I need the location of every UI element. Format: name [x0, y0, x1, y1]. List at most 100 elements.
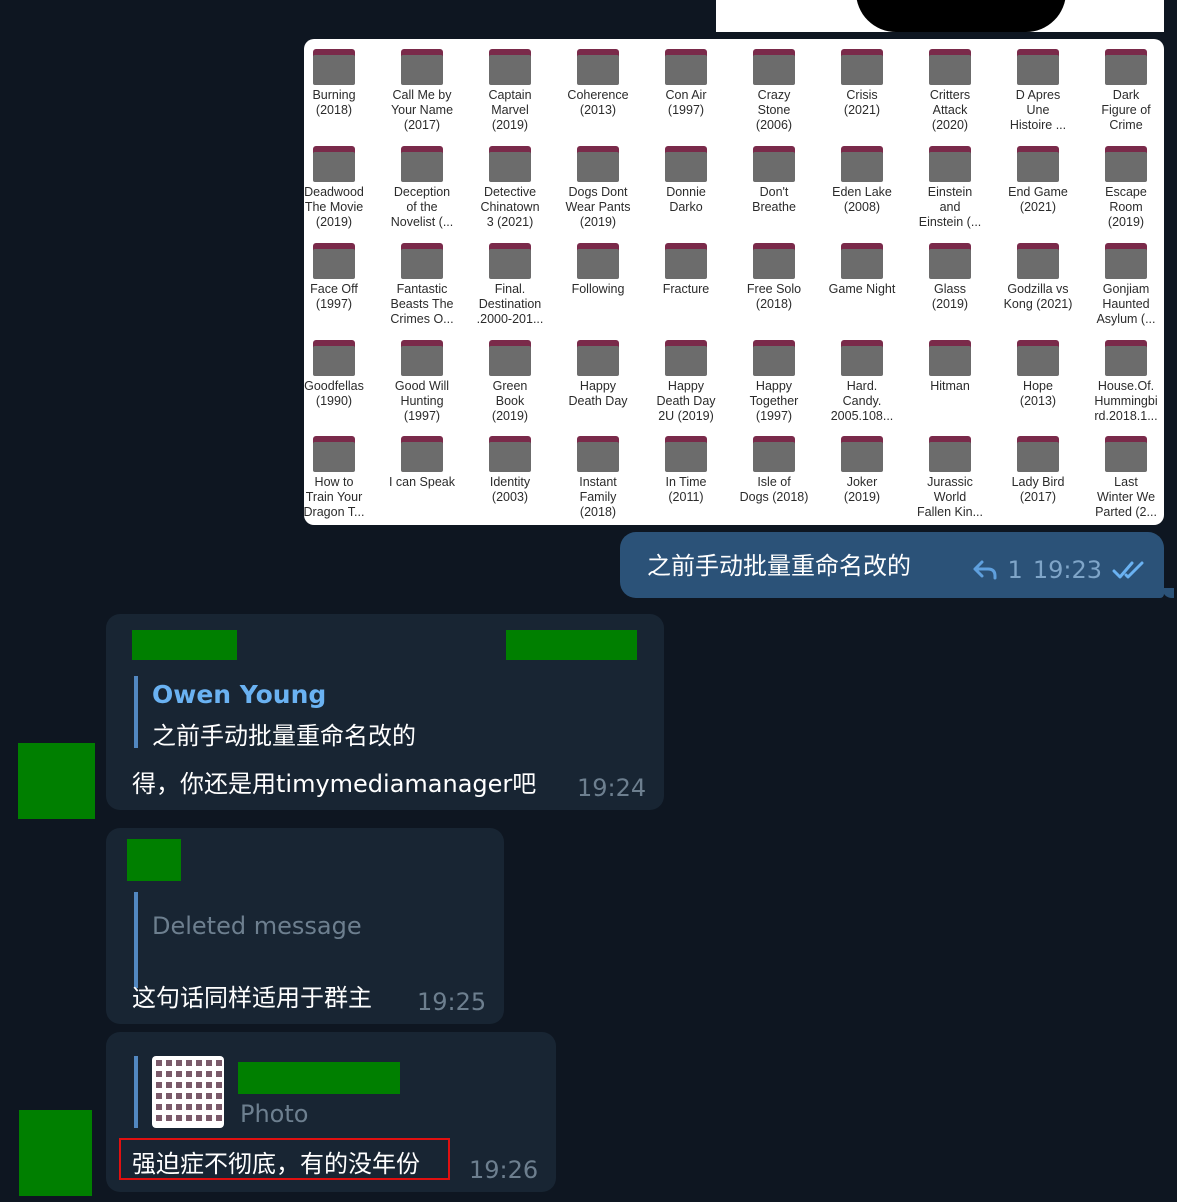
folder-name: Last Winter We Parted (2... [1095, 475, 1157, 519]
folder-icon [753, 338, 795, 376]
folder-item: Identity (2003) [466, 426, 554, 505]
folder-icon [1105, 434, 1147, 472]
folder-name: Deception of the Novelist (... [390, 185, 454, 229]
folder-item: Fantastic Beasts The Crimes O... [378, 233, 466, 327]
folder-icon [1105, 241, 1147, 279]
folder-name: Donnie Darko [666, 185, 706, 214]
incoming-message-3[interactable]: Photo 强迫症不彻底，有的没年份 19:26 [106, 1032, 556, 1192]
folder-icon [313, 338, 355, 376]
folder-icon [665, 338, 707, 376]
folder-icon [1017, 144, 1059, 182]
folder-name: Joker (2019) [843, 475, 881, 504]
folder-icon [489, 434, 531, 472]
reply-quote[interactable]: Deleted message [134, 892, 362, 988]
folder-icon [313, 241, 355, 279]
folder-item: Donnie Darko [642, 136, 730, 215]
reply-quote[interactable]: Photo [134, 1056, 400, 1128]
incoming-message-1[interactable]: Owen Young 之前手动批量重命名改的 得，你还是用timymediama… [106, 614, 664, 810]
reply-text: 之前手动批量重命名改的 [152, 722, 416, 750]
folder-name: Burning (2018) [312, 88, 356, 117]
folder-icon [753, 47, 795, 85]
folder-icon [577, 144, 619, 182]
folder-name: Hitman [930, 379, 970, 393]
folder-grid: Burning (2018) Call Me by Your Name (2017… [304, 39, 1164, 525]
folder-name: Con Air (1997) [665, 88, 707, 117]
folder-name: House.Of. Hummingbi rd.2018.1... [1094, 379, 1158, 423]
folder-screenshot-photo[interactable]: Burning (2018) Call Me by Your Name (2017… [304, 39, 1164, 525]
folder-name: End Game (2021) [1008, 185, 1068, 214]
reply-text: Deleted message [152, 912, 362, 940]
folder-icon [577, 338, 619, 376]
folder-name: D Apres Une Histoire ... [1009, 88, 1067, 132]
folder-icon [489, 47, 531, 85]
folder-item: Green Book (2019) [466, 330, 554, 424]
folder-name: Fracture [662, 282, 710, 296]
folder-name: Escape Room (2019) [1105, 185, 1147, 229]
incoming-message-2[interactable]: Deleted message 这句话同样适用于群主 19:25 [106, 828, 504, 1024]
folder-item: Hitman [906, 330, 994, 394]
reply-count[interactable]: 1 [1008, 556, 1023, 584]
folder-item: Escape Room (2019) [1082, 136, 1164, 230]
folder-icon [929, 144, 971, 182]
folder-name: Crisis (2021) [843, 88, 881, 117]
folder-item: Game Night [818, 233, 906, 297]
folder-name: Critters Attack (2020) [929, 88, 971, 132]
reply-author: Owen Young [152, 680, 327, 709]
folder-name: Einstein and Einstein (... [918, 185, 982, 229]
folder-icon [929, 338, 971, 376]
folder-icon [1017, 47, 1059, 85]
folder-name: Good Will Hunting (1997) [394, 379, 450, 423]
folder-icon [577, 47, 619, 85]
folder-icon [929, 434, 971, 472]
folder-icon [1017, 338, 1059, 376]
folder-item: Deception of the Novelist (... [378, 136, 466, 230]
redacted-reply-author [238, 1062, 400, 1094]
folder-name: Call Me by Your Name (2017) [390, 88, 454, 132]
reply-arrow-icon[interactable] [972, 559, 998, 581]
outgoing-message[interactable]: 之前手动批量重命名改的 1 19:23 [620, 532, 1164, 598]
folder-item: Happy Death Day 2U (2019) [642, 330, 730, 424]
message-time: 19:24 [577, 774, 647, 802]
avatar[interactable] [18, 743, 95, 819]
folder-name: Fantastic Beasts The Crimes O... [390, 282, 454, 326]
folder-icon [489, 144, 531, 182]
folder-item: Following [554, 233, 642, 297]
photo-thumbnail [152, 1056, 224, 1128]
folder-name: Lady Bird (2017) [1011, 475, 1065, 504]
redacted-sender-name [132, 630, 237, 660]
folder-icon [665, 434, 707, 472]
folder-item: Con Air (1997) [642, 39, 730, 118]
folder-icon [577, 434, 619, 472]
folder-icon [489, 241, 531, 279]
folder-icon [753, 434, 795, 472]
folder-item: Lady Bird (2017) [994, 426, 1082, 505]
reply-quote[interactable]: Owen Young 之前手动批量重命名改的 [134, 676, 416, 750]
folder-icon [1105, 144, 1147, 182]
folder-name: Gonjiam Haunted Asylum (... [1096, 282, 1156, 326]
folder-name: Hope (2013) [1019, 379, 1057, 408]
folder-item: Happy Together (1997) [730, 330, 818, 424]
folder-icon [665, 47, 707, 85]
previous-photo[interactable] [716, 0, 1164, 32]
redacted-admin-badge [506, 630, 637, 660]
folder-item: How to Train Your Dragon T... [304, 426, 378, 520]
avatar[interactable] [19, 1110, 92, 1196]
folder-name: Free Solo (2018) [746, 282, 802, 311]
folder-item: Instant Family (2018) [554, 426, 642, 520]
folder-item: D Apres Une Histoire ... [994, 39, 1082, 133]
folder-icon [401, 241, 443, 279]
folder-item: In Time (2011) [642, 426, 730, 505]
folder-name: Captain Marvel (2019) [488, 88, 532, 132]
highlight-annotation [119, 1138, 450, 1180]
folder-name: Don't Breathe [752, 185, 796, 214]
folder-item: I can Speak [378, 426, 466, 490]
folder-name: Jurassic World Fallen Kin... [916, 475, 983, 519]
folder-item: Call Me by Your Name (2017) [378, 39, 466, 133]
folder-icon [929, 241, 971, 279]
folder-name: In Time (2011) [665, 475, 707, 504]
folder-icon [1105, 338, 1147, 376]
folder-icon [577, 241, 619, 279]
folder-name: Coherence (2013) [567, 88, 629, 117]
folder-icon [313, 47, 355, 85]
folder-item: Fracture [642, 233, 730, 297]
